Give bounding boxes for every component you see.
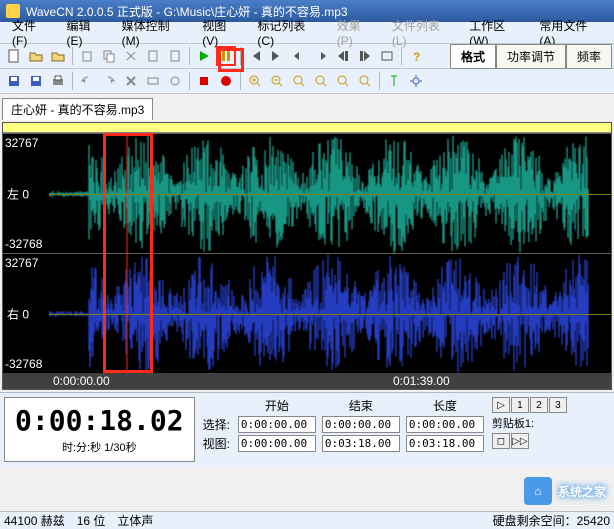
menu-view[interactable]: 视图(V) bbox=[194, 15, 249, 50]
channel-left[interactable]: 32767 -32768 左 0 bbox=[3, 133, 611, 253]
row-view-label: 视图: bbox=[203, 435, 232, 452]
status-disk: 硬盘剩余空间：25420 bbox=[493, 512, 610, 529]
toolbar-separator bbox=[189, 72, 190, 90]
svg-text:?: ? bbox=[413, 50, 420, 63]
view-length-input[interactable] bbox=[406, 435, 484, 452]
prev-mark-button[interactable] bbox=[333, 46, 353, 66]
zoom-full-button[interactable] bbox=[311, 71, 331, 91]
zoom-out-button[interactable] bbox=[267, 71, 287, 91]
tab-format[interactable]: 格式 bbox=[450, 44, 496, 69]
redo-button[interactable] bbox=[99, 71, 119, 91]
col-length: 长度 bbox=[406, 397, 484, 414]
cursor-left-button[interactable] bbox=[289, 46, 309, 66]
col-start: 开始 bbox=[238, 397, 316, 414]
menu-file[interactable]: 文件(F) bbox=[4, 15, 59, 50]
sel-length-input[interactable] bbox=[406, 416, 484, 433]
help-button[interactable]: ? bbox=[406, 46, 426, 66]
marker-button[interactable] bbox=[384, 71, 404, 91]
save-as-button[interactable] bbox=[26, 71, 46, 91]
ruler-top[interactable] bbox=[3, 123, 611, 133]
current-time: 0:00:18.02 bbox=[15, 404, 184, 437]
pause-button[interactable] bbox=[216, 46, 236, 66]
toolbar-separator bbox=[72, 72, 73, 90]
undo-button[interactable] bbox=[77, 71, 97, 91]
goto-end-button[interactable] bbox=[267, 46, 287, 66]
toolbar-separator bbox=[379, 72, 380, 90]
toolbar-separator bbox=[401, 47, 402, 65]
tab-power[interactable]: 功率调节 bbox=[496, 44, 566, 69]
time-start: 0:00:00.00 bbox=[53, 374, 110, 388]
sel-end-input[interactable] bbox=[322, 416, 400, 433]
save-button[interactable] bbox=[4, 71, 24, 91]
channel-right[interactable]: 32767 -32768 右 0 bbox=[3, 253, 611, 373]
menu-effect[interactable]: 效果(P) bbox=[329, 15, 384, 50]
menu-marklist[interactable]: 标记列表(C) bbox=[249, 15, 328, 50]
toolbar-secondary bbox=[0, 69, 614, 94]
paste-button[interactable] bbox=[143, 46, 163, 66]
row-select-label: 选择: bbox=[203, 416, 232, 433]
mini-tab-3[interactable]: 3 bbox=[549, 397, 567, 413]
play-button[interactable] bbox=[194, 46, 214, 66]
print-button[interactable] bbox=[48, 71, 68, 91]
channel-left-label: 左 0 bbox=[7, 185, 29, 202]
new-button[interactable] bbox=[4, 46, 24, 66]
file-tab-bar: 庄心妍 - 真的不容易.mp3 bbox=[0, 94, 614, 120]
copy-button[interactable] bbox=[77, 46, 97, 66]
zoom-vin-button[interactable] bbox=[333, 71, 353, 91]
menu-edit[interactable]: 编辑(E) bbox=[59, 15, 114, 50]
settings-button[interactable] bbox=[406, 71, 426, 91]
delete-button[interactable] bbox=[121, 71, 141, 91]
menu-media[interactable]: 媒体控制(M) bbox=[114, 15, 195, 50]
time-ruler[interactable]: 0:00:00.00 0:01:39.00 bbox=[3, 373, 611, 389]
watermark: ⌂ 系统之家 bbox=[524, 477, 606, 505]
mini-tab-2[interactable]: 2 bbox=[530, 397, 548, 413]
status-hz: 44100 赫兹 bbox=[4, 512, 65, 529]
view-end-input[interactable] bbox=[322, 435, 400, 452]
sel-range-button[interactable] bbox=[377, 46, 397, 66]
sel-start-input[interactable] bbox=[238, 416, 316, 433]
mini-stop-button[interactable]: ◻ bbox=[492, 433, 510, 449]
toolbar-separator bbox=[72, 47, 73, 65]
toolbar-separator bbox=[240, 72, 241, 90]
cut-button[interactable] bbox=[121, 46, 141, 66]
stop-button[interactable] bbox=[194, 71, 214, 91]
open-button[interactable] bbox=[26, 46, 46, 66]
cursor-right-button[interactable] bbox=[311, 46, 331, 66]
bottom-panel: 0:00:18.02 时:分:秒 1/30秒 开始 结束 长度 选择: 视图: … bbox=[0, 392, 614, 466]
zoom-in-button[interactable] bbox=[245, 71, 265, 91]
property-tabs: 格式 功率调节 频率 bbox=[450, 44, 612, 69]
status-stereo: 立体声 bbox=[117, 512, 153, 529]
zoom-vout-button[interactable] bbox=[355, 71, 375, 91]
waveform-area[interactable]: 32767 -32768 左 0 32767 -32768 右 0 0:00:0… bbox=[2, 122, 612, 390]
record-button[interactable] bbox=[216, 71, 236, 91]
status-bits: 16 位 bbox=[77, 512, 106, 529]
time-display: 0:00:18.02 时:分:秒 1/30秒 bbox=[4, 397, 195, 462]
time-format-label: 时:分:秒 1/30秒 bbox=[15, 439, 184, 455]
tool-button[interactable] bbox=[165, 71, 185, 91]
toolbar-separator bbox=[189, 47, 190, 65]
menu-bar: 文件(F) 编辑(E) 媒体控制(M) 视图(V) 标记列表(C) 效果(P) … bbox=[0, 22, 614, 44]
clipboard-label: 剪贴板1: bbox=[492, 415, 567, 431]
trim-button[interactable] bbox=[143, 71, 163, 91]
tab-freq[interactable]: 频率 bbox=[566, 44, 612, 69]
transport-mini: ▷ 1 2 3 剪贴板1: ◻ ▷▷ bbox=[492, 397, 567, 449]
toolbar-separator bbox=[240, 47, 241, 65]
selection-grid: 开始 结束 长度 选择: 视图: bbox=[203, 397, 484, 452]
watermark-icon: ⌂ bbox=[524, 477, 552, 505]
channel-right-label: 右 0 bbox=[7, 305, 29, 322]
next-mark-button[interactable] bbox=[355, 46, 375, 66]
file-tab[interactable]: 庄心妍 - 真的不容易.mp3 bbox=[2, 98, 153, 120]
open2-button[interactable] bbox=[48, 46, 68, 66]
status-bar: 44100 赫兹 16 位 立体声 硬盘剩余空间：25420 bbox=[0, 511, 614, 529]
mini-fwd-button[interactable]: ▷▷ bbox=[511, 433, 529, 449]
view-start-input[interactable] bbox=[238, 435, 316, 452]
mini-tab-1[interactable]: 1 bbox=[511, 397, 529, 413]
paste2-button[interactable] bbox=[165, 46, 185, 66]
col-end: 结束 bbox=[322, 397, 400, 414]
copy2-button[interactable] bbox=[99, 46, 119, 66]
goto-start-button[interactable] bbox=[245, 46, 265, 66]
mini-play-button[interactable]: ▷ bbox=[492, 397, 510, 413]
time-end: 0:01:39.00 bbox=[393, 374, 450, 388]
zoom-sel-button[interactable] bbox=[289, 71, 309, 91]
